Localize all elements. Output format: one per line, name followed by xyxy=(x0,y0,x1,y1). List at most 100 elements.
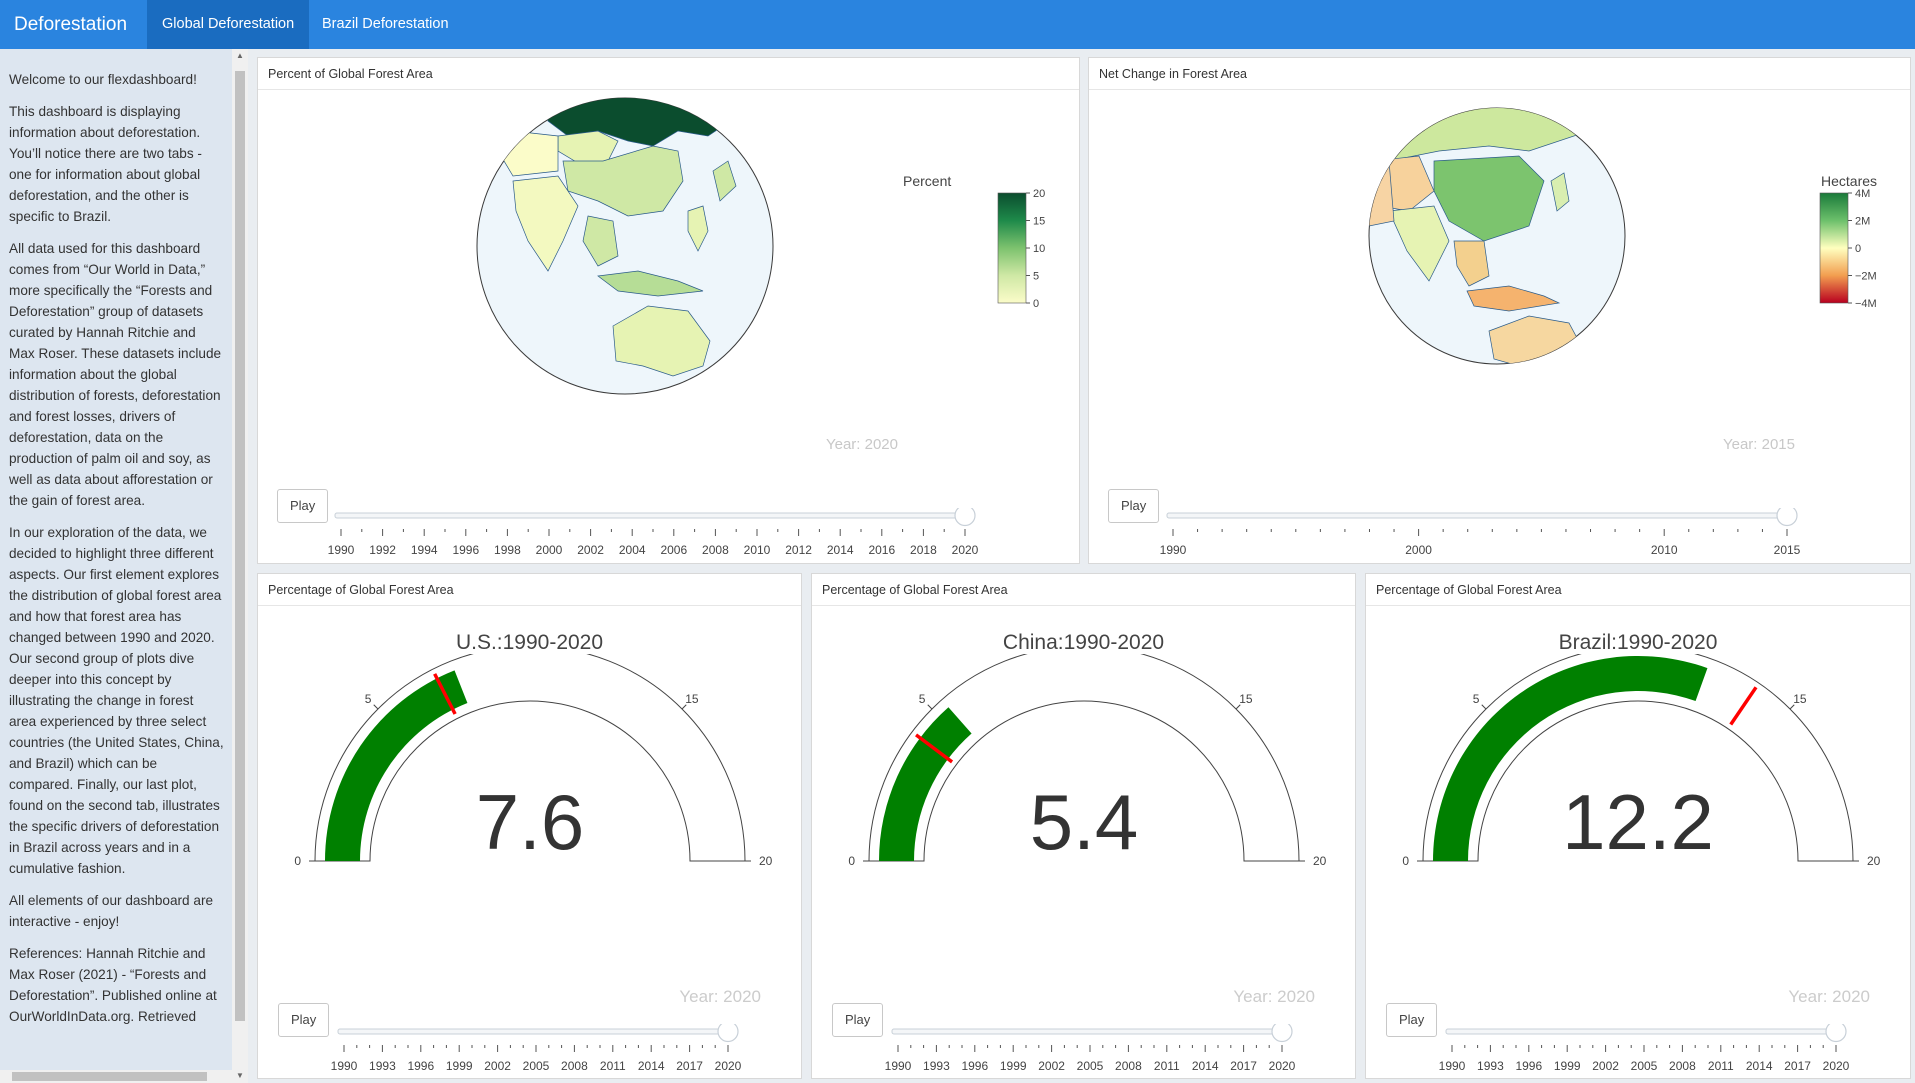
slider-rail[interactable] xyxy=(1166,512,1794,519)
legend-ticks: 20 15 10 5 0 xyxy=(1026,188,1045,310)
slider-handle[interactable] xyxy=(717,1024,739,1043)
gauge-title: China:1990-2020 xyxy=(1002,631,1165,654)
tab-brazil-deforestation[interactable]: Brazil Deforestation xyxy=(307,0,464,49)
slider-rail[interactable] xyxy=(891,1028,1289,1035)
gauge-value-number: 5.4 xyxy=(1030,778,1138,866)
legend-tick-label: 10 xyxy=(1033,243,1045,255)
scrollbar-thumb[interactable] xyxy=(235,71,245,1021)
legend-tick-label: 15 xyxy=(1033,216,1045,228)
gauge-chart[interactable]: 051015207.6 xyxy=(258,654,803,884)
gauge-tick-label: 5 xyxy=(919,692,926,706)
slider-tick-label: 2014 xyxy=(1746,1059,1773,1073)
slider-tick-label: 1990 xyxy=(1439,1059,1466,1073)
slider-tick-label: 2018 xyxy=(910,543,937,557)
globe-map-net-change[interactable]: Hectares 4M 2M 0 −2M −4M Year: 2015 xyxy=(1089,91,1912,564)
year-label: Year: 2020 xyxy=(1788,987,1870,1006)
gauge-panel-us: Percentage of Global Forest Area U.S.:19… xyxy=(257,573,802,1079)
gauge-tick-label: 20 xyxy=(1867,854,1881,868)
gauge-chart[interactable]: 051015205.4 xyxy=(812,654,1357,884)
globe-map-forest-percent[interactable]: Percent 20 15 10 5 0 Year: 2020 xyxy=(258,91,1081,564)
slider-tick-label: 1996 xyxy=(452,543,479,557)
slider-tick-label: 2002 xyxy=(1592,1059,1619,1073)
scrollbar-thumb[interactable] xyxy=(12,1072,207,1081)
year-slider[interactable]: 1990 2000 2010 2015 xyxy=(1089,508,1912,563)
legend-colorbar xyxy=(997,192,1027,304)
sidebar-vertical-scrollbar[interactable]: ▲ ▼ xyxy=(232,49,248,1083)
legend-ticks: 4M 2M 0 −2M −4M xyxy=(1848,188,1877,310)
gauge-panel-brazil: Percentage of Global Forest Area Brazil:… xyxy=(1365,573,1911,1079)
gauge-value-number: 12.2 xyxy=(1562,778,1714,866)
tab-global-deforestation[interactable]: Global Deforestation xyxy=(147,0,310,49)
gauge-tick xyxy=(927,704,933,710)
year-slider[interactable]: 1990 1992 1994 1996 1998 2000 2002 2004 2006 2008… xyxy=(258,508,1081,563)
year-slider[interactable]: 1990 1993 1996 1999 2002 2005 2008 2011 2014 2017… xyxy=(258,1024,803,1079)
year-label: Year: 2015 xyxy=(1723,436,1795,453)
scroll-down-arrow-icon[interactable]: ▼ xyxy=(232,1069,248,1083)
gauge-title: Brazil:1990-2020 xyxy=(1558,631,1718,654)
slider-handle[interactable] xyxy=(954,508,976,527)
legend-tick-label: 0 xyxy=(1033,298,1039,310)
slider-tick-label: 2011 xyxy=(1708,1059,1734,1073)
gauge-tick-label: 15 xyxy=(1239,692,1253,706)
slider-tick-label: 1990 xyxy=(331,1059,358,1073)
sidebar-paragraph: This dashboard is displaying information… xyxy=(9,104,202,224)
year-label: Year: 2020 xyxy=(1233,987,1315,1006)
slider-tick-label: 1990 xyxy=(885,1059,912,1073)
slider-tick-label: 1999 xyxy=(1554,1059,1581,1073)
gauge-tick-label: 5 xyxy=(365,692,372,706)
brand-title[interactable]: Deforestation xyxy=(14,0,127,49)
legend-tick-label: 0 xyxy=(1855,243,1861,255)
legend-title: Percent xyxy=(903,173,951,189)
gauge-tick-label: 0 xyxy=(294,854,301,868)
slider-tick-label: 2005 xyxy=(1077,1059,1104,1073)
slider-tick-label: 2014 xyxy=(1192,1059,1219,1073)
year-label: Year: 2020 xyxy=(679,987,761,1006)
year-slider[interactable]: 1990 1993 1996 1999 2002 2005 2008 2011 2014 2017… xyxy=(1366,1024,1912,1079)
panel-title: Percentage of Global Forest Area xyxy=(812,574,1355,606)
legend-tick-label: 5 xyxy=(1033,271,1039,283)
slider-tick-label: 2016 xyxy=(868,543,895,557)
sidebar-paragraph: All data used for this dashboard comes f… xyxy=(9,241,222,508)
slider-tick-label: 2011 xyxy=(600,1059,626,1073)
slider-handle[interactable] xyxy=(1271,1024,1293,1043)
gauge-tick-label: 5 xyxy=(1473,692,1480,706)
slider-tick-label: 2005 xyxy=(1631,1059,1658,1073)
gauge-chart[interactable]: 0510152012.2 xyxy=(1366,654,1912,884)
slider-handle[interactable] xyxy=(1825,1024,1847,1043)
slider-tick-label: 1996 xyxy=(1515,1059,1542,1073)
gauge-tick xyxy=(1481,704,1487,710)
slider-tick-label: 2020 xyxy=(952,543,979,557)
panel-title: Percentage of Global Forest Area xyxy=(1366,574,1910,606)
slider-tick-label: 2005 xyxy=(523,1059,550,1073)
slider-tick-label: 2002 xyxy=(577,543,604,557)
slider-tick-label: 2008 xyxy=(1669,1059,1696,1073)
year-slider[interactable]: 1990 1993 1996 1999 2002 2005 2008 2011 2014 2017… xyxy=(812,1024,1357,1079)
sidebar-horizontal-scrollbar[interactable] xyxy=(0,1070,232,1083)
slider-rail[interactable] xyxy=(1445,1028,1843,1035)
slider-tick-label: 2008 xyxy=(702,543,729,557)
slider-tick-label: 1996 xyxy=(407,1059,434,1073)
slider-tick-label: 1994 xyxy=(411,543,438,557)
year-label: Year: 2020 xyxy=(826,436,898,453)
slider-tick-label: 1990 xyxy=(1160,543,1187,557)
slider-tick-label: 1993 xyxy=(923,1059,950,1073)
slider-handle[interactable] xyxy=(1776,508,1798,527)
slider-tick-label: 2008 xyxy=(561,1059,588,1073)
gauge-tick-label: 0 xyxy=(848,854,855,868)
slider-tick-label: 2000 xyxy=(1405,543,1432,557)
slider-tick-label: 2020 xyxy=(715,1059,742,1073)
scroll-up-arrow-icon[interactable]: ▲ xyxy=(232,49,248,63)
sidebar-paragraph: All elements of our dashboard are intera… xyxy=(9,893,214,929)
slider-rail[interactable] xyxy=(334,512,972,519)
map-panel-forest-area: Percent of Global Forest Area Percent 20… xyxy=(257,57,1080,564)
slider-tick-label: 2020 xyxy=(1823,1059,1850,1073)
slider-rail[interactable] xyxy=(337,1028,735,1035)
navbar: Deforestation Global Deforestation Brazi… xyxy=(0,0,1915,49)
gauge-tick-label: 15 xyxy=(1793,692,1807,706)
sidebar-paragraph: In our exploration of the data, we decid… xyxy=(9,525,224,876)
slider-tick-label: 2012 xyxy=(785,543,812,557)
gauge-tick-label: 15 xyxy=(685,692,699,706)
slider-tick-label: 2004 xyxy=(619,543,646,557)
slider-tick-label: 1998 xyxy=(494,543,521,557)
slider-tick-label: 1996 xyxy=(961,1059,988,1073)
